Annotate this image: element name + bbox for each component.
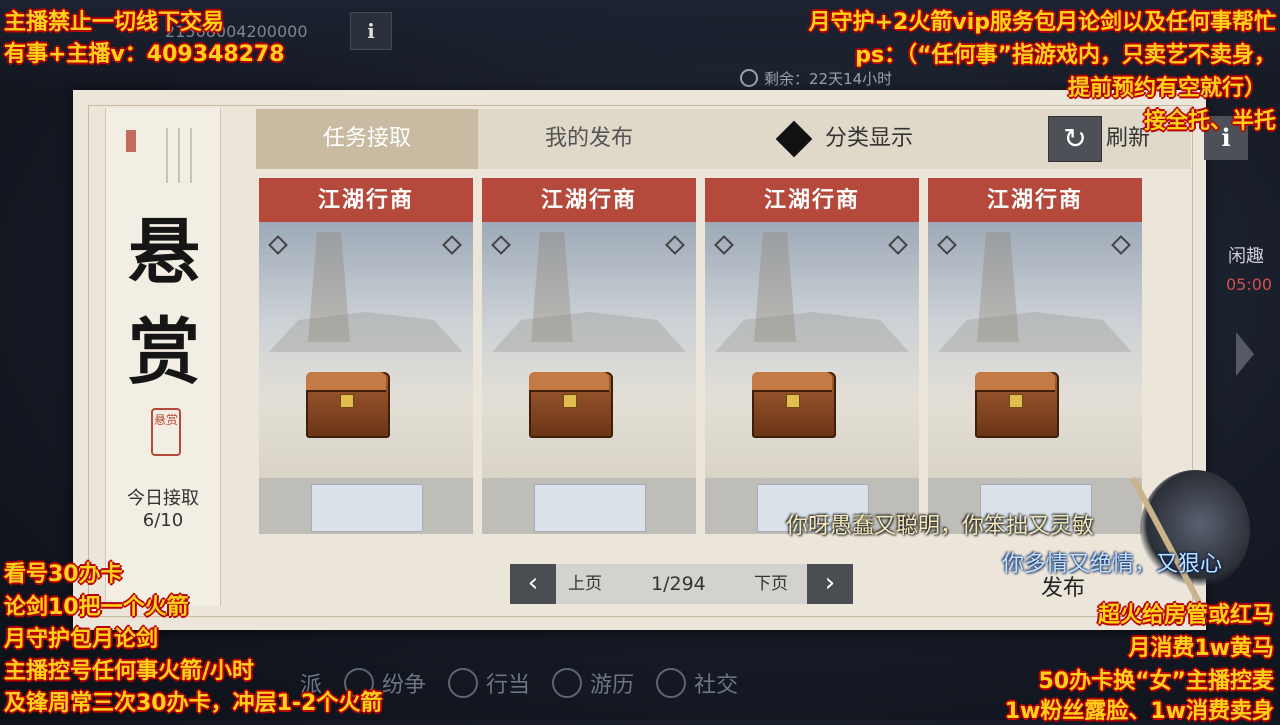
tab-accept-task[interactable]: 任务接取 [256,109,478,169]
overlay-top-right-4: 接全托、半托 [1143,109,1276,134]
bounty-card[interactable]: 江湖行商 [482,178,696,534]
refresh-button[interactable]: ↻ [1048,116,1102,162]
corner-diamond-icon [442,235,462,255]
subtitle-line-2: 你多情又绝情，又狠心 [1002,552,1223,577]
background-info-button[interactable]: i [350,12,392,50]
card-accept-button[interactable] [311,484,423,532]
title-char-1: 悬 [127,209,200,294]
bounty-card[interactable]: 江湖行商 [928,178,1142,534]
overlay-top-left-1: 主播禁止一切线下交易 [4,10,225,35]
category-display-toggle[interactable]: 分类显示 [825,109,913,169]
card-title: 江湖行商 [705,178,919,222]
next-page-button[interactable]: › [807,564,853,604]
card-scene-image [928,222,1142,478]
card-footer [259,478,473,534]
profession-icon [448,667,479,698]
corner-diamond-icon [1111,235,1131,255]
card-accept-button[interactable] [534,484,646,532]
side-event-label[interactable]: 闲趣 [1228,242,1264,268]
overlay-top-right-1: 月守护+2火箭vip服务包月论剑以及任何事帮忙 [808,10,1276,35]
subtitle-line-1: 你呀愚蠢又聪明，你笨拙又灵敏 [786,514,1095,539]
today-accept-count: 6/10 [142,510,184,531]
overlay-bottom-right-2: 月消费1w黄马 [1128,636,1274,661]
right-arrow-icon[interactable] [1236,332,1254,376]
calligraphy-decoration [161,128,211,188]
corner-diamond-icon [937,235,957,255]
side-event-timer: 05:00 [1226,275,1273,294]
overlay-bottom-right-1: 超火给房管或红马 [1097,603,1274,628]
bounty-card[interactable]: 江湖行商 [259,178,473,534]
pagination-bar: 上页 1/294 下页 [556,564,807,604]
prev-page-button[interactable]: ‹ [510,564,556,604]
corner-diamond-icon [714,235,734,255]
overlay-bottom-left-2: 论剑10把一个火箭 [4,595,189,620]
overlay-bottom-left-4: 主播控号任何事火箭/小时 [4,659,255,684]
card-scene-image [705,222,919,478]
overlay-top-right-3: 提前预约有空就行） [1067,76,1266,101]
bounty-sidebar: 悬 赏 悬赏 今日接取 6/10 [105,108,221,606]
tab-my-publish[interactable]: 我的发布 [478,109,700,169]
overlay-bottom-left-1: 看号30办卡 [4,562,123,587]
next-page-label[interactable]: 下页 [754,564,788,604]
card-title: 江湖行商 [259,178,473,222]
clock-icon [740,69,758,87]
card-scene-image [482,222,696,478]
corner-diamond-icon [665,235,685,255]
card-title: 江湖行商 [482,178,696,222]
today-accept-label: 今日接取 [127,488,199,509]
overlay-top-right-2: ps：（“任何事”指游戏内，只卖艺不卖身， [855,43,1276,68]
overlay-bottom-right-3: 50办卡换“女”主播控麦 [1038,669,1274,694]
corner-diamond-icon [268,235,288,255]
title-char-2: 赏 [127,309,200,394]
overlay-bottom-right-4: 1w粉丝露脸、1w消费卖身 [1004,699,1274,724]
red-seal-stamp: 悬赏 [151,408,181,456]
pagination: ‹ 上页 1/294 下页 › [510,564,855,604]
overlay-bottom-left-3: 月守护包月论剑 [4,627,159,652]
page-indicator: 1/294 [651,573,706,595]
card-title: 江湖行商 [928,178,1142,222]
card-scene-image [259,222,473,478]
nav-item-profession[interactable]: 行当 [448,667,530,699]
card-footer [482,478,696,534]
bottom-nav: 派 纷争 行当 游历 社交 [300,655,940,710]
corner-diamond-icon [491,235,511,255]
remaining-time: 剩余：22天14小时 [740,68,892,89]
compass-icon [552,667,583,698]
overlay-bottom-left-5: 及锋周常三次30办卡，冲层1-2个火箭 [4,691,383,716]
nav-item-social[interactable]: 社交 [656,667,738,699]
bounty-card[interactable]: 江湖行商 [705,178,919,534]
bounty-card-list: 江湖行商 江湖行商 江湖行商 江湖行商 [259,178,1149,536]
corner-diamond-icon [888,235,908,255]
nav-item-travel[interactable]: 游历 [552,667,634,699]
seal-mark [126,130,136,152]
overlay-top-left-2: 有事+主播v：409348278 [4,42,285,67]
prev-page-label[interactable]: 上页 [568,564,602,604]
social-icon [656,667,687,698]
